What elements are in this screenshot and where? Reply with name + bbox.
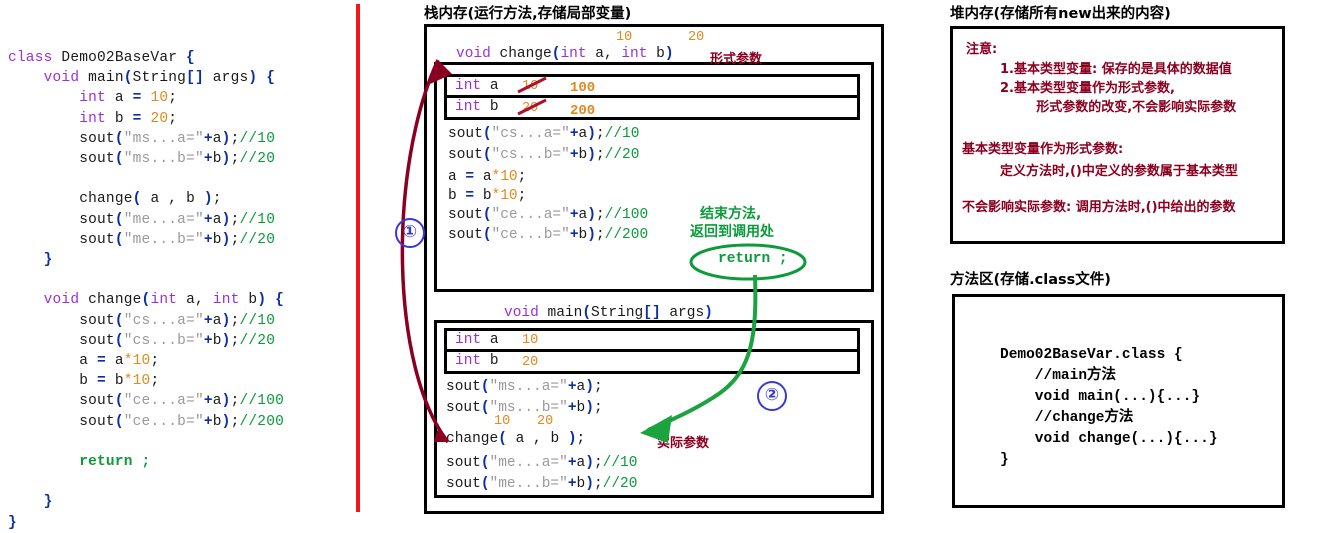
code-line: } xyxy=(8,514,17,531)
heap-definition-1-title: 基本类型变量作为形式参数: xyxy=(962,142,1124,157)
method-area-code-line: void main(...){...} xyxy=(1000,389,1201,405)
marker-two: ② xyxy=(757,381,787,411)
change-var-row-a: int a xyxy=(447,77,857,98)
heap-section-title: 堆内存(存储所有new出来的内容) xyxy=(950,6,1171,22)
method-area-section-title: 方法区(存储.class文件) xyxy=(950,272,1111,288)
code-line: change( a , b ); xyxy=(79,191,222,208)
heap-definition-1-body: 定义方法时,()中定义的参数属于基本类型 xyxy=(1000,164,1238,179)
method-area-code-line: Demo02BaseVar.class { xyxy=(1000,347,1183,363)
code-line: sout("ms...b="+b);//20 xyxy=(79,151,276,168)
source-code-panel: class Demo02BaseVar { void main(String[]… xyxy=(8,48,348,533)
marker-one: ① xyxy=(395,218,425,248)
vertical-divider xyxy=(356,4,360,512)
call-arg-a-value: 10 xyxy=(494,414,511,429)
code-line: sout("ms...a="+a);//10 xyxy=(79,130,276,147)
method-area-code-line: void change(...){...} xyxy=(1000,431,1218,447)
code-line: sout("ce...a="+a);//100 xyxy=(79,393,284,410)
return-note-line-1: 结束方法, xyxy=(700,206,762,222)
method-area-code-line: } xyxy=(1000,452,1009,468)
heap-notice-item: 1.基本类型变量: 保存的是具体的数据值 xyxy=(1000,62,1232,77)
heap-notice-heading: 注意: xyxy=(966,42,998,57)
change-variable-table: int a int b xyxy=(444,74,860,120)
code-line: sout("cs...a="+a);//10 xyxy=(79,312,276,329)
code-line: } xyxy=(43,252,53,269)
main-var-a-value: 10 xyxy=(522,333,539,348)
change-var-row-b: int b xyxy=(455,99,499,115)
code-line: sout("me...a="+a);//10 xyxy=(79,211,276,228)
formal-param-label: 形式参数 xyxy=(710,52,763,67)
call-flow-arrow-one xyxy=(400,59,452,444)
main-var-b-value: 20 xyxy=(522,355,539,370)
code-line: int b = 20; xyxy=(79,110,178,127)
heap-notice-item: 2.基本类型变量作为形式参数, xyxy=(1000,81,1175,96)
code-line: int a = 10; xyxy=(79,90,178,107)
return-flow-arrow-two xyxy=(640,274,758,443)
stack-section-title: 栈内存(运行方法,存储局部变量) xyxy=(424,6,632,22)
return-bubble-label: return ; xyxy=(718,251,788,267)
call-arg-b-value: 20 xyxy=(537,414,554,429)
change-var-b-new-value: 200 xyxy=(570,103,596,119)
code-line: sout("cs...b="+b);//20 xyxy=(79,332,276,349)
method-area-code-line: //change方法 xyxy=(1000,410,1134,426)
code-line: void main(String[] args) { xyxy=(43,70,276,87)
change-var-a-new-value: 100 xyxy=(570,80,596,96)
heap-definition-2: 不会影响实际参数: 调用方法时,()中给出的参数 xyxy=(962,200,1236,215)
main-tail-line: sout("me...b="+b);//20 xyxy=(446,476,638,492)
code-line: } xyxy=(43,494,53,511)
code-line: sout("me...b="+b);//20 xyxy=(79,231,276,248)
code-line: class Demo02BaseVar { xyxy=(8,50,195,66)
code-line: return ; xyxy=(79,454,151,471)
change-param-a-value: 10 xyxy=(616,30,633,45)
code-line: void change(int a, int b) { xyxy=(43,292,285,309)
change-param-b-value: 20 xyxy=(688,30,705,45)
strike-through-marks xyxy=(517,76,547,116)
code-line: sout("ce...b="+b);//200 xyxy=(79,413,284,430)
heap-notice-item: 形式参数的改变,不会影响实际参数 xyxy=(1000,100,1237,115)
code-line: b = b*10; xyxy=(79,373,160,390)
return-note-line-2: 返回到调用处 xyxy=(690,224,774,240)
code-line: a = a*10; xyxy=(79,353,160,370)
method-area-code-line: //main方法 xyxy=(1000,368,1117,384)
